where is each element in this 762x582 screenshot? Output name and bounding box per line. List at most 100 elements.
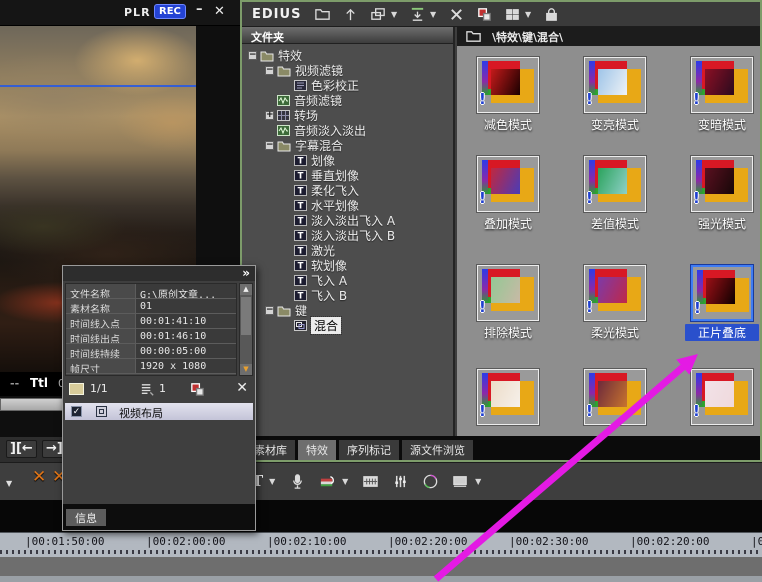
list-edit-icon[interactable] [139,382,156,399]
blend-result [598,381,627,407]
collapse-expander-icon[interactable]: − [265,66,274,75]
effect-thumbnail-变亮模式[interactable]: ! [584,57,646,113]
import-icon[interactable] [409,6,426,23]
collapse-expander-icon[interactable]: − [265,141,274,150]
timeline-ruler[interactable]: |00:01:50:00 |00:02:00:00 |00:02:10:00 |00:… [0,532,762,557]
lock-icon[interactable] [543,6,560,23]
effect-label[interactable]: 排除模式 [471,324,545,341]
tree-item-色彩校正[interactable]: 色彩校正 [242,78,453,93]
table-scrollbar[interactable]: ▲ ▼ [239,283,253,376]
effect-thumbnail-减色模式[interactable]: ! [477,57,539,113]
tree-item-柔化飞入[interactable]: T 柔化飞入 [242,183,453,198]
effect-thumbnail-差值模式[interactable]: ! [584,156,646,212]
effect-thumbnail-正片叠底[interactable]: ! [691,265,753,321]
tree-item-视频滤镜[interactable]: − 视频滤镜 [242,63,453,78]
tree-item-水平划像[interactable]: T 水平划像 [242,198,453,213]
effect-thumbnail-强光模式[interactable]: ! [691,156,753,212]
keypad-icon[interactable] [362,473,379,490]
tree-item-label[interactable]: 键 [295,302,307,319]
tree-item-label[interactable]: 混合 [309,316,343,335]
page-icon[interactable] [69,383,84,395]
info-panel-header[interactable]: » [63,266,255,281]
tree-item-特效[interactable]: − 特效 [242,48,453,63]
tree-item-音频淡入淡出[interactable]: 音频淡入淡出 [242,123,453,138]
mic-icon[interactable] [289,473,306,490]
monitor-icon[interactable] [452,473,469,490]
player-titlebar[interactable]: PLR REC – ✕ [0,0,240,26]
expand-expander-icon[interactable]: + [265,111,274,120]
mixer-icon[interactable] [392,473,409,490]
effect-list-row[interactable]: ✓ 视频布局 [65,403,253,420]
close-icon[interactable]: ✕ [236,380,248,396]
tree-item-飞入 B[interactable]: T 飞入 B [242,288,453,303]
tree-item-淡入淡出飞入 B[interactable]: T 淡入淡出飞入 B [242,228,453,243]
tree-item-混合[interactable]: 混合 [242,316,453,335]
effect-label[interactable]: 变暗模式 [685,116,759,133]
tree-item-飞入 A[interactable]: T 飞入 A [242,273,453,288]
effect-label[interactable]: 减色模式 [471,116,545,133]
clip-export-icon[interactable] [319,473,336,490]
effect-thumbnail-row4-1[interactable]: ! [477,369,539,425]
color-swap-icon[interactable] [189,381,206,398]
effect-thumbnail-row4-3[interactable]: ! [691,369,753,425]
track-lane[interactable] [0,576,762,582]
minimize-button[interactable]: – [196,2,203,17]
color-swap-icon[interactable] [476,6,493,23]
delete-x-icon[interactable] [448,6,465,23]
tree-item-键[interactable]: − 键 [242,303,453,318]
scroll-up-icon[interactable]: ▲ [240,284,252,295]
folder-icon[interactable] [314,6,331,23]
grid-view-icon[interactable] [504,6,521,23]
svg-text:T: T [298,157,304,166]
property-value: 01 [136,299,236,313]
tree-item-划像[interactable]: T 划像 [242,153,453,168]
rec-mode-button[interactable]: REC [154,4,186,19]
plr-mode-button[interactable]: PLR [124,6,151,19]
blend-result [705,168,734,194]
collapse-expander-icon[interactable]: − [265,306,274,315]
tab-information[interactable]: 信息 [66,509,106,526]
scroll-thumb[interactable] [241,297,251,335]
scroll-down-icon[interactable]: ▼ [240,364,252,375]
app-title: EDIUS [252,7,302,22]
svg-text:T: T [298,232,304,241]
scope-icon[interactable] [422,473,439,490]
blend-result [598,277,627,303]
tree-item-字幕混合[interactable]: − 字幕混合 [242,138,453,153]
duplicate-bin-icon[interactable] [370,6,387,23]
tree-item-转场[interactable]: + 转场 [242,108,453,123]
blend-result [491,69,520,95]
up-arrow-icon[interactable] [342,6,359,23]
effect-thumbnail-变暗模式[interactable]: ! [691,57,753,113]
effect-label[interactable]: 强光模式 [685,215,759,232]
tree-item-音频滤镜[interactable]: 音频滤镜 [242,93,453,108]
tab-序列标记[interactable]: 序列标记 [339,440,399,460]
collapse-icon[interactable]: » [242,266,250,280]
effect-label[interactable]: 差值模式 [578,215,652,232]
delete-in-marker-icon[interactable]: ✕ [32,467,46,487]
tab-源文件浏览[interactable]: 源文件浏览 [402,440,473,460]
property-value: 00:00:05:00 [136,344,236,358]
effect-label[interactable]: 叠加模式 [471,215,545,232]
collapse-expander-icon[interactable]: − [248,51,257,60]
tab-特效[interactable]: 特效 [298,440,336,460]
tree-item-淡入淡出飞入 A[interactable]: T 淡入淡出飞入 A [242,213,453,228]
enable-checkbox[interactable]: ✓ [71,406,82,417]
timecode-tick: |00:02:20:00 [630,535,710,548]
effect-label[interactable]: 正片叠底 [685,324,759,341]
tree-item-垂直划像[interactable]: T 垂直划像 [242,168,453,183]
effect-label[interactable]: 变亮模式 [578,116,652,133]
effect-label[interactable]: 柔光模式 [578,324,652,341]
effect-thumbnail-叠加模式[interactable]: ! [477,156,539,212]
tree-item-软划像[interactable]: T 软划像 [242,258,453,273]
effect-thumbnail-row4-2[interactable]: ! [584,369,646,425]
timeline-tracks[interactable] [0,557,762,582]
effect-thumbnail-排除模式[interactable]: ! [477,265,539,321]
effect-thumbnail-柔光模式[interactable]: ! [584,265,646,321]
close-icon[interactable]: ✕ [214,4,225,19]
trim-in-button[interactable]: ][← [6,440,37,458]
safe-area-line [0,85,196,87]
caret-down-icon[interactable]: ▼ [6,479,12,488]
tree-item-激光[interactable]: T 激光 [242,243,453,258]
tree-item-label[interactable]: 飞入 B [311,287,347,304]
